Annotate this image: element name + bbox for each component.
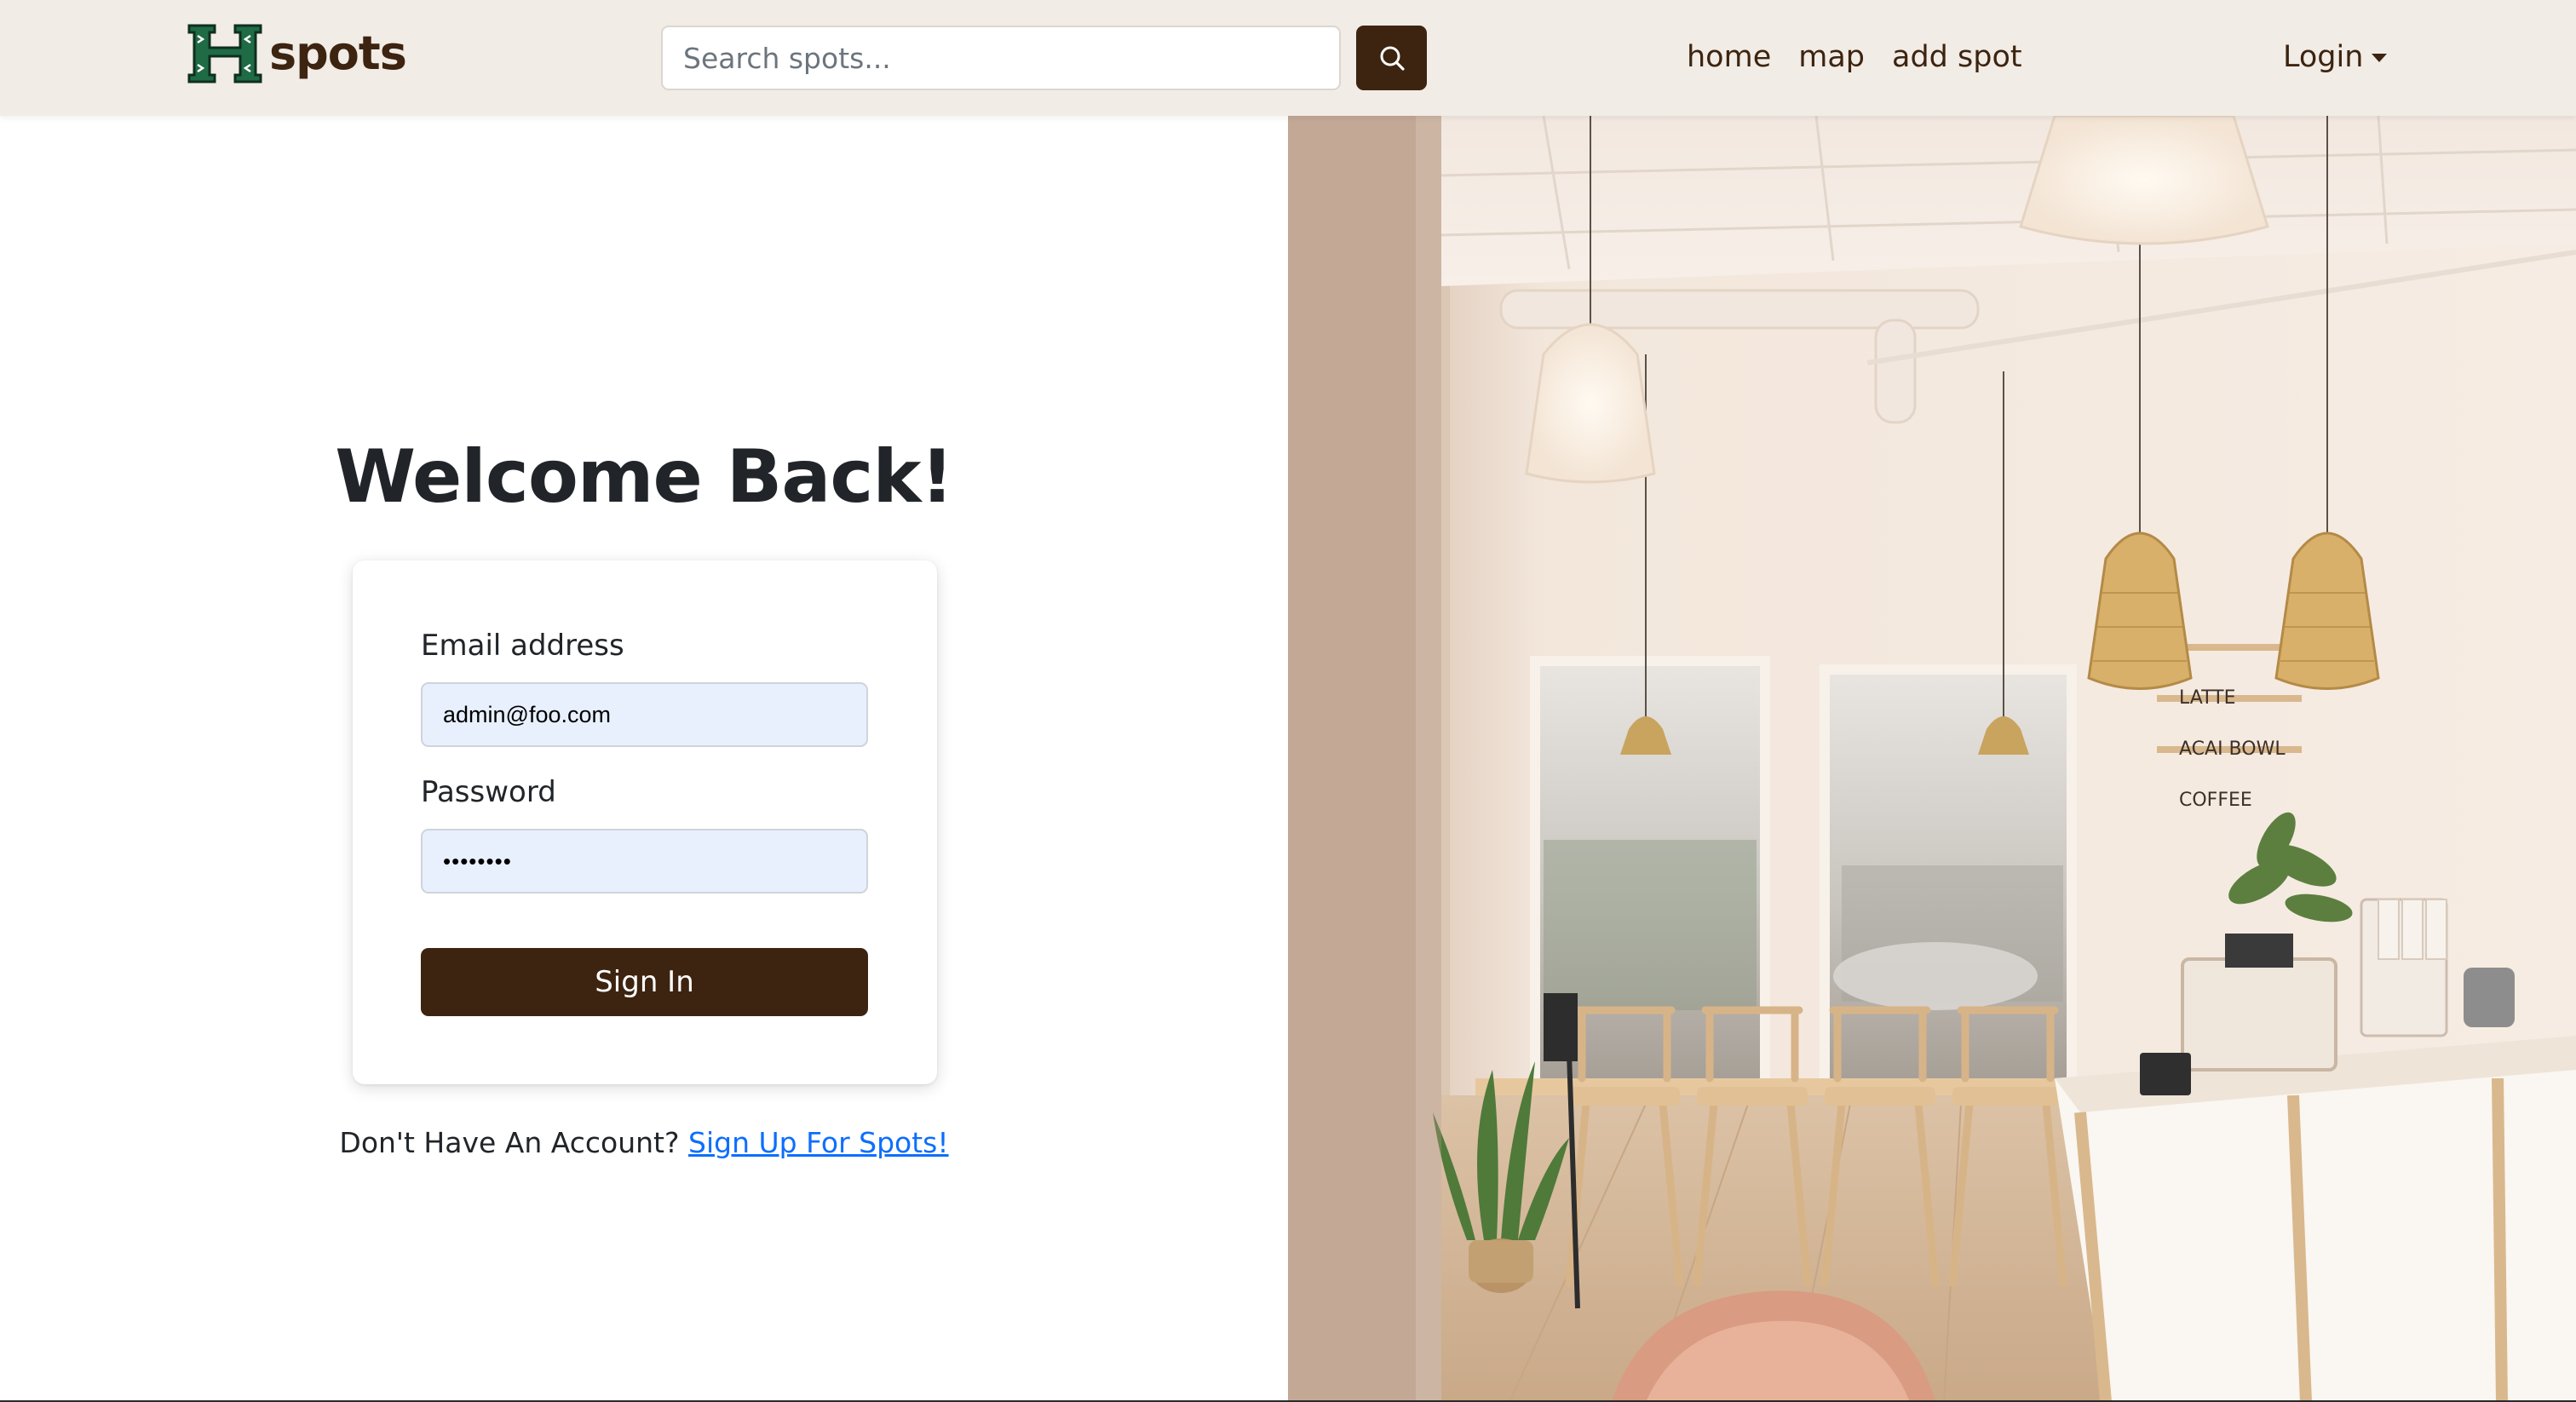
signup-prompt-line: Don't Have An Account? Sign Up For Spots… (0, 1126, 1288, 1159)
brand-home-link[interactable]: spots (186, 22, 407, 85)
nav-link-map[interactable]: map (1798, 37, 1865, 77)
nav-link-home[interactable]: home (1687, 37, 1771, 77)
password-field[interactable] (421, 829, 868, 893)
email-label: Email address (421, 629, 624, 663)
menu-item-latte: LATTE (2179, 687, 2236, 709)
nav-link-add-spot[interactable]: add spot (1892, 37, 2022, 77)
login-card: Email address Password Sign In (353, 560, 937, 1084)
login-dropdown[interactable]: Login (2283, 37, 2388, 77)
caret-down-icon (2372, 54, 2388, 62)
search-input[interactable] (661, 26, 1341, 90)
brand-name: spots (269, 26, 407, 80)
signup-prompt: Don't Have An Account? (339, 1126, 680, 1159)
cafe-interior-photo: LATTE ACAI BOWL COFFEE (1288, 116, 2576, 1402)
password-label: Password (421, 775, 556, 809)
email-field[interactable] (421, 682, 868, 747)
menu-item-coffee: COFFEE (2179, 790, 2252, 811)
login-dropdown-label: Login (2283, 40, 2364, 74)
h-logo-icon (187, 24, 262, 83)
nav-links: home map add spot (1687, 37, 2022, 77)
menu-item-acai-bowl: ACAI BOWL (2179, 738, 2286, 760)
sign-in-button[interactable]: Sign In (421, 948, 868, 1016)
search-button[interactable] (1356, 26, 1427, 90)
navbar: spots home map add spot Login (0, 0, 2576, 116)
signup-link[interactable]: Sign Up For Spots! (688, 1126, 949, 1159)
search-icon (1380, 46, 1405, 71)
page-title: Welcome Back! (335, 434, 954, 520)
